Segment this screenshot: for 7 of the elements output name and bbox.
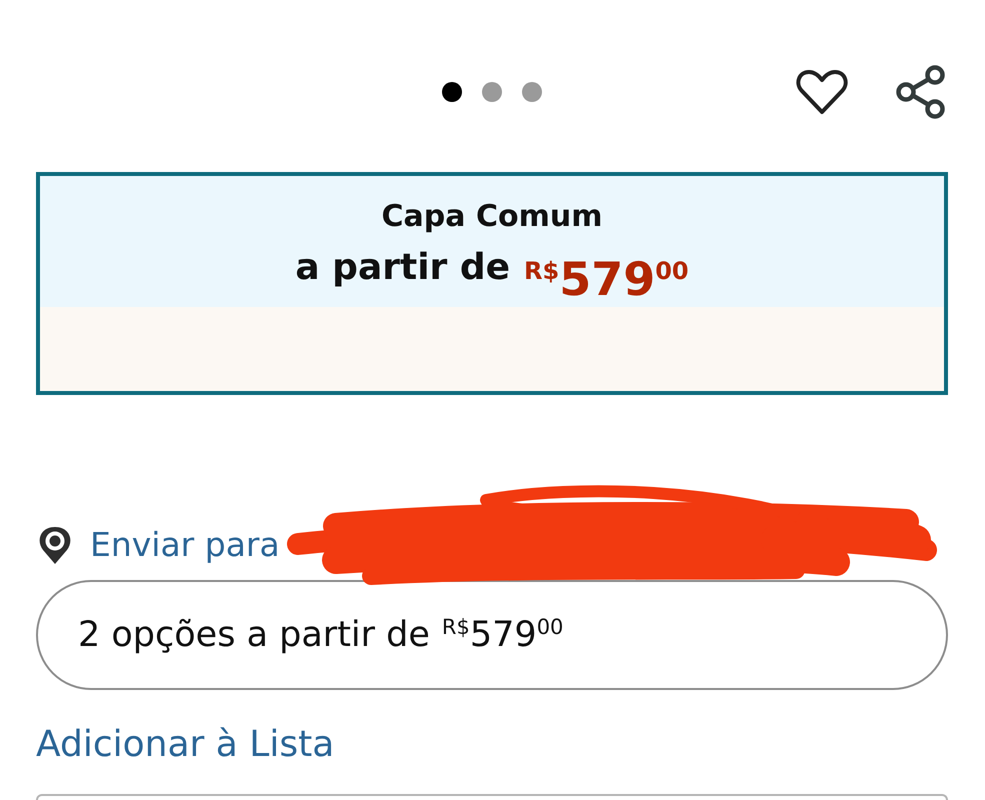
share-icon[interactable] — [896, 64, 946, 120]
add-to-list-link[interactable]: Adicionar à Lista — [36, 724, 334, 766]
location-pin-icon — [38, 525, 72, 565]
format-title: Capa Comum — [382, 198, 602, 236]
heart-icon[interactable] — [796, 69, 848, 115]
delivery-link[interactable]: Enviar para — [90, 524, 280, 566]
price-label: a partir de — [295, 246, 510, 290]
